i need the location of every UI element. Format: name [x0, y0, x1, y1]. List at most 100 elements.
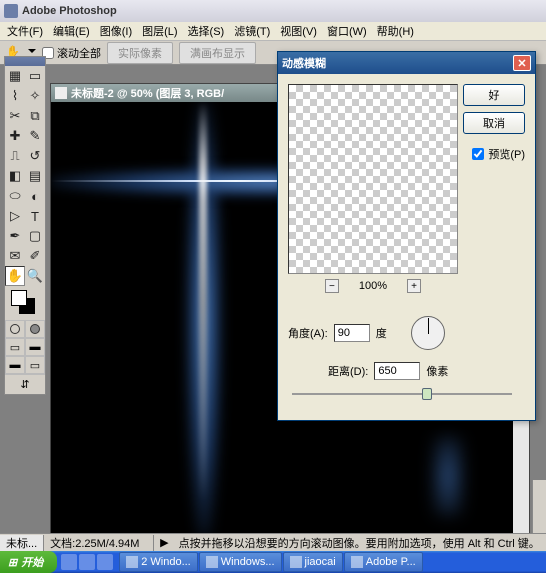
- task-icon: [126, 556, 138, 568]
- screen-extra[interactable]: ▭: [25, 356, 45, 374]
- move-tool[interactable]: ▦: [5, 66, 25, 86]
- pen-tool[interactable]: ✒: [5, 226, 25, 246]
- statusbar: 未标... 文档:2.25M/4.94M ▶ 点按并拖移以沿想要的方向滚动图像。…: [0, 533, 546, 551]
- angle-unit: 度: [376, 325, 387, 341]
- task-label: 2 Windo...: [141, 556, 191, 568]
- dialog-title: 动感模糊: [282, 55, 326, 71]
- task-icon: [206, 556, 218, 568]
- gradient-tool[interactable]: ▤: [25, 166, 45, 186]
- heal-tool[interactable]: ✚: [5, 126, 25, 146]
- app-titlebar: Adobe Photoshop: [0, 0, 546, 22]
- wand-tool[interactable]: ✧: [25, 86, 45, 106]
- marquee-tool[interactable]: ▭: [25, 66, 45, 86]
- shape-tool[interactable]: ▢: [25, 226, 45, 246]
- preview-label: 预览(P): [488, 146, 525, 162]
- foreground-color[interactable]: [11, 290, 27, 306]
- jump-to-imageready[interactable]: ⇵: [5, 374, 45, 394]
- ok-button[interactable]: 好: [463, 84, 525, 106]
- toolbox-header[interactable]: [5, 57, 45, 66]
- screen-full[interactable]: ▬: [5, 356, 25, 374]
- color-swatch[interactable]: [5, 286, 45, 320]
- task-item[interactable]: Windows...: [199, 552, 282, 572]
- menu-layer[interactable]: 图层(L): [137, 21, 182, 41]
- dialog-titlebar[interactable]: 动感模糊 ✕: [278, 52, 535, 74]
- doc-tab[interactable]: 未标...: [0, 535, 44, 551]
- angle-label: 角度(A):: [288, 325, 328, 341]
- slider-track: [292, 393, 512, 395]
- screen-full-menu[interactable]: ▬: [25, 338, 45, 356]
- task-item[interactable]: jiaocai: [283, 552, 343, 572]
- actual-pixels-button[interactable]: 实际像素: [107, 42, 173, 64]
- standard-mode[interactable]: [5, 320, 25, 338]
- status-hint: 点按并拖移以沿想要的方向滚动图像。要用附加选项，使用 Alt 和 Ctrl 键。: [175, 535, 544, 551]
- task-item[interactable]: 2 Windo...: [119, 552, 198, 572]
- menu-view[interactable]: 视图(V): [275, 21, 322, 41]
- fit-screen-button[interactable]: 满画布显示: [179, 42, 256, 64]
- start-button[interactable]: ⊞ 开始: [0, 551, 57, 573]
- ql-icon[interactable]: [97, 554, 113, 570]
- app-icon: [4, 4, 18, 18]
- cancel-button[interactable]: 取消: [463, 112, 525, 134]
- motion-blur-dialog: 动感模糊 ✕ 好 取消 预览(P) − 100% + 角度(A): 度 距离(D…: [277, 51, 536, 421]
- task-icon: [351, 556, 363, 568]
- menu-filter[interactable]: 滤镜(T): [229, 21, 275, 41]
- ql-icon[interactable]: [79, 554, 95, 570]
- task-label: Adobe P...: [366, 556, 416, 568]
- app-title: Adobe Photoshop: [22, 5, 117, 17]
- zoom-in-button[interactable]: +: [407, 279, 421, 293]
- task-item[interactable]: Adobe P...: [344, 552, 423, 572]
- hand-tool[interactable]: ✋: [5, 266, 25, 286]
- zoom-tool[interactable]: 🔍: [25, 266, 45, 286]
- slider-thumb[interactable]: [422, 388, 432, 400]
- canvas-artwork: [433, 436, 463, 516]
- doc-size[interactable]: 文档:2.25M/4.94M: [44, 535, 154, 551]
- screen-standard[interactable]: ▭: [5, 338, 25, 356]
- scroll-all-option[interactable]: 滚动全部: [42, 45, 101, 61]
- zoom-out-button[interactable]: −: [325, 279, 339, 293]
- angle-dial[interactable]: [411, 316, 445, 350]
- canvas-artwork: [199, 102, 207, 536]
- toolbox: ▦ ▭ ⌇ ✧ ✂ ⧉ ✚ ✎ ⎍ ↺ ◧ ▤ ⬭ ◐ ▷ T ✒ ▢ ✉ ✐ …: [4, 56, 46, 395]
- menu-window[interactable]: 窗口(W): [322, 21, 372, 41]
- brush-tool[interactable]: ✎: [25, 126, 45, 146]
- document-icon: [55, 87, 67, 99]
- lasso-tool[interactable]: ⌇: [5, 86, 25, 106]
- menu-select[interactable]: 选择(S): [183, 21, 230, 41]
- distance-label: 距离(D):: [328, 363, 368, 379]
- slice-tool[interactable]: ⧉: [25, 106, 45, 126]
- preview-checkbox[interactable]: [472, 148, 484, 160]
- preview-option[interactable]: 预览(P): [472, 146, 525, 162]
- menu-image[interactable]: 图像(I): [95, 21, 137, 41]
- document-title: 未标题-2 @ 50% (图层 3, RGB/: [71, 85, 224, 101]
- task-label: Windows...: [221, 556, 275, 568]
- distance-slider[interactable]: [292, 386, 512, 402]
- task-label: jiaocai: [305, 556, 336, 568]
- dodge-tool[interactable]: ◐: [25, 186, 45, 206]
- quick-launch: [57, 554, 117, 570]
- taskbar: ⊞ 开始 2 Windo... Windows... jiaocai Adobe…: [0, 551, 546, 573]
- task-icon: [290, 556, 302, 568]
- menubar: 文件(F) 编辑(E) 图像(I) 图层(L) 选择(S) 滤镜(T) 视图(V…: [0, 22, 546, 41]
- menu-file[interactable]: 文件(F): [2, 21, 48, 41]
- start-icon: ⊞: [8, 556, 17, 569]
- status-arrow-icon[interactable]: ▶: [154, 536, 174, 549]
- ql-icon[interactable]: [61, 554, 77, 570]
- stamp-tool[interactable]: ⎍: [5, 146, 25, 166]
- close-button[interactable]: ✕: [513, 55, 531, 71]
- crop-tool[interactable]: ✂: [5, 106, 25, 126]
- type-tool[interactable]: T: [25, 206, 45, 226]
- quickmask-mode[interactable]: [25, 320, 45, 338]
- scroll-all-label: 滚动全部: [57, 45, 101, 61]
- menu-help[interactable]: 帮助(H): [372, 21, 419, 41]
- blur-tool[interactable]: ⬭: [5, 186, 25, 206]
- distance-input[interactable]: [374, 362, 420, 380]
- angle-input[interactable]: [334, 324, 370, 342]
- eraser-tool[interactable]: ◧: [5, 166, 25, 186]
- preview-thumbnail[interactable]: [288, 84, 458, 274]
- path-tool[interactable]: ▷: [5, 206, 25, 226]
- menu-edit[interactable]: 编辑(E): [48, 21, 95, 41]
- history-brush-tool[interactable]: ↺: [25, 146, 45, 166]
- start-label: 开始: [21, 554, 43, 570]
- eyedropper-tool[interactable]: ✐: [25, 246, 45, 266]
- notes-tool[interactable]: ✉: [5, 246, 25, 266]
